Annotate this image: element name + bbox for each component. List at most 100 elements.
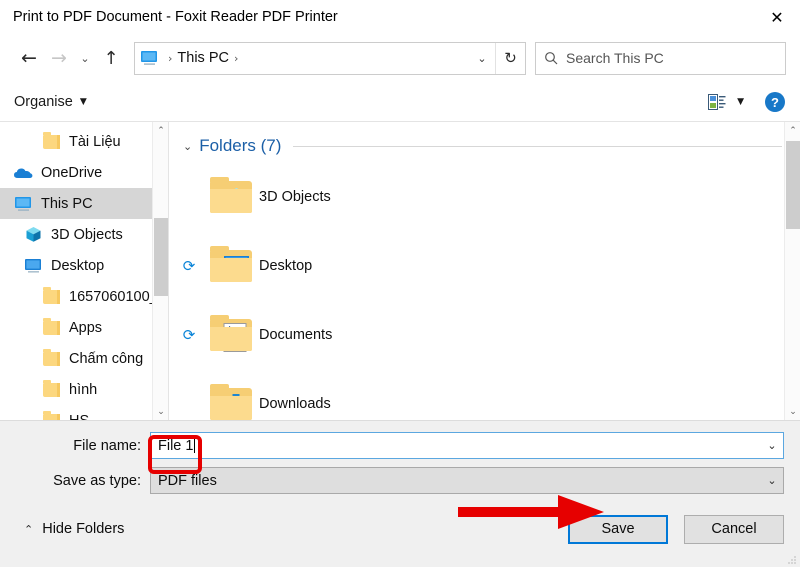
breadcrumb-path[interactable]: This PC: [177, 50, 229, 66]
up-icon[interactable]: ↑: [96, 41, 126, 75]
list-item-label: Downloads: [259, 395, 331, 412]
scroll-up-icon[interactable]: ⌃: [153, 122, 168, 139]
sidebar-item-label: HS: [69, 413, 89, 421]
this-pc-icon: [12, 193, 34, 215]
organise-button[interactable]: Organise ▼: [14, 94, 87, 110]
organise-label: Organise: [14, 93, 73, 110]
sidebar-item-label: Desktop: [51, 257, 105, 274]
recent-locations-icon[interactable]: ⌄: [74, 41, 96, 75]
folder-items: 3D Objects ⟳ Desktop ⟳ Documents Downloa…: [169, 156, 800, 420]
folder-icon: [40, 379, 62, 401]
folder-icon: [40, 286, 62, 308]
group-title: Folders (7): [199, 136, 282, 155]
list-item-label: 3D Objects: [259, 188, 331, 205]
save-as-type-select[interactable]: PDF files ⌄: [150, 467, 784, 494]
folders-group-header[interactable]: ⌄ Folders (7): [169, 122, 800, 156]
folder-icon: [40, 131, 62, 153]
chevron-down-icon[interactable]: ▼: [737, 97, 744, 107]
breadcrumb-separator-1: ›: [168, 51, 173, 65]
refresh-icon[interactable]: ↻: [495, 42, 525, 74]
scroll-up-icon[interactable]: ⌃: [785, 122, 800, 139]
window-title: Print to PDF Document - Foxit Reader PDF…: [13, 9, 338, 25]
sidebar-item-label: Tài Liệu: [69, 133, 121, 150]
title-bar: Print to PDF Document - Foxit Reader PDF…: [0, 0, 800, 34]
chevron-down-icon[interactable]: ⌄: [469, 43, 495, 74]
navigation-bar: ← → ⌄ ↑ › This PC › ⌄ ↻ Search This PC: [0, 34, 800, 82]
sidebar-scrollbar[interactable]: ⌃ ⌄: [152, 122, 168, 420]
chevron-down-icon[interactable]: ⌄: [183, 140, 192, 153]
list-item[interactable]: 3D Objects: [169, 162, 800, 231]
svg-text:?: ?: [771, 95, 779, 110]
toolbar: Organise ▼ ▼ ?: [0, 82, 800, 122]
chevron-up-icon: ⌃: [24, 522, 34, 536]
scrollbar-thumb[interactable]: [154, 218, 168, 296]
dialog-footer: ⌃ Hide Folders Save Cancel: [0, 501, 800, 567]
chevron-down-icon[interactable]: ⌄: [761, 468, 783, 493]
list-item[interactable]: ⟳ Desktop: [169, 231, 800, 300]
sidebar-item-apps[interactable]: Apps: [0, 312, 168, 343]
search-input[interactable]: Search This PC: [566, 50, 664, 66]
scrollbar-thumb[interactable]: [786, 141, 800, 229]
forward-icon: →: [51, 47, 67, 69]
folder-documents-icon: A: [203, 314, 259, 353]
dialog-body: Tài Liệu OneDrive This PC 3D Objects Des…: [0, 122, 800, 420]
list-item[interactable]: ⟳ A: [169, 300, 800, 369]
sidebar-item-cham-cong[interactable]: Chấm công: [0, 343, 168, 374]
scroll-down-icon[interactable]: ⌄: [785, 403, 800, 420]
file-list-pane: ⌄ Folders (7) 3D Objects ⟳ Desktop ⟳ Doc…: [168, 122, 800, 420]
file-name-value: File 1: [158, 437, 194, 454]
cancel-button[interactable]: Cancel: [684, 514, 784, 544]
save-form: File name: File 1 ⌄ Save as type: PDF fi…: [0, 420, 800, 501]
content-scrollbar[interactable]: ⌃ ⌄: [784, 122, 800, 420]
sync-badge: ⟳: [182, 325, 196, 344]
chevron-down-icon[interactable]: ⌄: [761, 433, 783, 458]
sidebar-item-tai-lieu[interactable]: Tài Liệu: [0, 126, 168, 157]
this-pc-icon: [135, 43, 163, 74]
save-as-type-value: PDF files: [158, 472, 217, 489]
desktop-icon: [22, 255, 44, 277]
sidebar-item-label: Apps: [69, 319, 103, 336]
search-box[interactable]: Search This PC: [535, 41, 786, 75]
breadcrumb-separator-2[interactable]: ›: [229, 52, 243, 65]
list-item-label: Documents: [259, 326, 333, 343]
folder-icon: [40, 348, 62, 370]
folder-desktop-icon: [203, 245, 259, 284]
sidebar-item-label: hình: [69, 381, 98, 398]
sidebar-item-desktop[interactable]: Desktop: [0, 250, 168, 281]
hide-folders-button[interactable]: ⌃ Hide Folders: [16, 521, 124, 537]
sidebar-item-this-pc[interactable]: This PC: [0, 188, 168, 219]
folder-downloads-icon: [203, 383, 259, 421]
save-button[interactable]: Save: [568, 514, 668, 544]
folder-tree: Tài Liệu OneDrive This PC 3D Objects Des…: [0, 122, 168, 420]
file-name-row: File name: File 1 ⌄: [0, 431, 784, 460]
close-icon[interactable]: ✕: [754, 0, 800, 34]
sidebar-item-label: Chấm công: [69, 350, 144, 367]
save-as-type-label: Save as type:: [53, 472, 141, 489]
folder-3d-objects-icon: [203, 176, 259, 215]
hide-folders-label: Hide Folders: [42, 521, 125, 537]
sidebar-item-hinh[interactable]: hình: [0, 374, 168, 405]
sidebar-item-label: 3D Objects: [51, 226, 123, 243]
sidebar-item-1657060100[interactable]: 1657060100_Hà: [0, 281, 168, 312]
search-icon: [536, 43, 566, 74]
list-item[interactable]: Downloads: [169, 369, 800, 420]
sidebar-item-label: OneDrive: [41, 164, 103, 181]
3d-objects-icon: [22, 224, 44, 246]
sidebar-item-hs[interactable]: HS: [0, 405, 168, 420]
sidebar-item-onedrive[interactable]: OneDrive: [0, 157, 168, 188]
help-icon[interactable]: ?: [764, 91, 786, 113]
folder-icon: [40, 410, 62, 420]
address-bar[interactable]: › This PC › ⌄ ↻: [134, 41, 526, 75]
file-name-label: File name:: [73, 437, 141, 454]
list-item-label: Desktop: [259, 257, 313, 274]
sidebar-item-3d-objects[interactable]: 3D Objects: [0, 219, 168, 250]
chevron-down-icon: ▼: [79, 96, 87, 107]
file-name-input[interactable]: File 1 ⌄: [150, 432, 784, 459]
scroll-down-icon[interactable]: ⌄: [153, 403, 168, 420]
view-layout-icon[interactable]: [706, 92, 728, 112]
sidebar-item-label: This PC: [41, 195, 93, 212]
back-icon[interactable]: ←: [14, 41, 44, 75]
save-as-dialog: Print to PDF Document - Foxit Reader PDF…: [0, 0, 800, 567]
resize-grip[interactable]: [787, 555, 797, 565]
navigation-pane: Tài Liệu OneDrive This PC 3D Objects Des…: [0, 122, 168, 420]
